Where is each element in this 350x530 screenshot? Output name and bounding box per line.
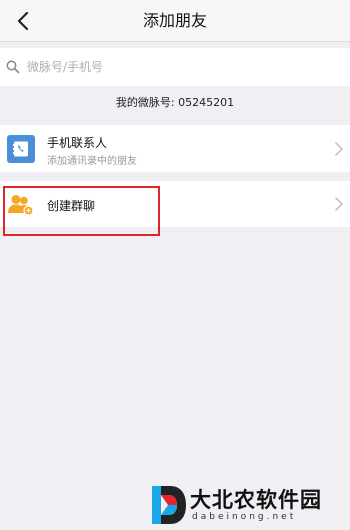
search-icon (6, 60, 20, 74)
search-bar[interactable] (0, 48, 350, 86)
navigation-bar: 添加朋友 (0, 0, 350, 42)
page-title: 添加朋友 (142, 11, 207, 30)
search-input[interactable] (27, 60, 327, 74)
watermark-brand: 大北农软件园 (190, 488, 322, 512)
my-account-id: 我的微脉号: 05245201 (115, 96, 235, 109)
chevron-right-icon (335, 142, 343, 156)
create-group-chat-title: 创建群聊 (47, 199, 96, 213)
chevron-right-icon (335, 197, 343, 211)
create-group-chat-item[interactable]: 创建群聊 (0, 181, 350, 227)
group-chat-icon (7, 193, 35, 217)
phone-contacts-subtitle: 添加通讯录中的朋友 (47, 156, 137, 167)
watermark-logo-icon (152, 486, 186, 524)
phone-contacts-icon (7, 135, 35, 163)
watermark-domain: dabeinong.net (192, 512, 297, 522)
watermark: 大北农软件园 dabeinong.net (150, 484, 346, 528)
phone-contacts-item[interactable]: 手机联系人 添加通讯录中的朋友 (0, 125, 350, 172)
phone-contacts-title: 手机联系人 (47, 136, 108, 150)
